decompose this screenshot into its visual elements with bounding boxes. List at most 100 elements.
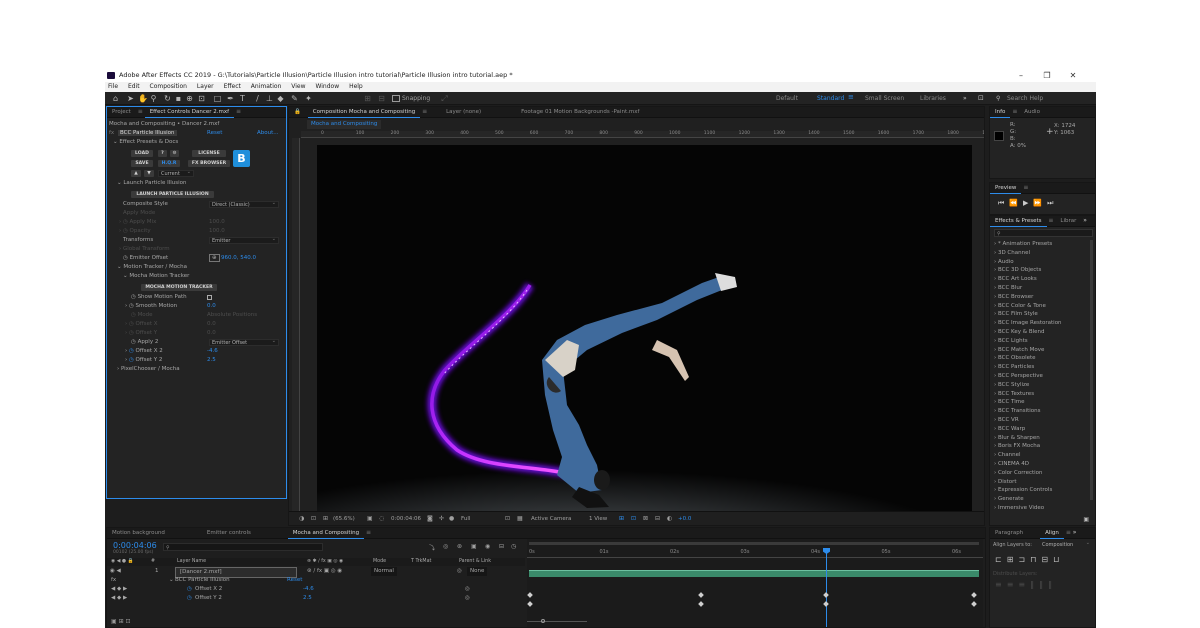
preset-next-icon[interactable]: ▼: [144, 170, 154, 177]
apply-2-dropdown[interactable]: Emitter Offset: [209, 338, 279, 346]
search-icon[interactable]: ⚲: [996, 95, 1000, 102]
chart-icon[interactable]: ◷: [511, 543, 516, 550]
draft-3d-icon[interactable]: ◎: [443, 543, 448, 550]
effects-search-input[interactable]: ⚲: [994, 229, 1093, 237]
tab-audio[interactable]: Audio: [1019, 107, 1045, 118]
fast-previews-icon[interactable]: ⊡: [631, 515, 636, 522]
brush-tool-icon[interactable]: /: [253, 94, 262, 103]
distribute-left-icon[interactable]: ‖: [1030, 580, 1039, 589]
effect-name[interactable]: BCC Particle Illusion: [117, 130, 177, 136]
tab-align[interactable]: Align: [1040, 528, 1064, 539]
home-icon[interactable]: ⌂: [111, 94, 120, 103]
graph-editor-icon[interactable]: ⊟: [499, 543, 504, 550]
composition-menu-icon[interactable]: ≡: [422, 108, 427, 115]
menu-layer[interactable]: Layer: [197, 83, 214, 90]
effects-scrollbar[interactable]: [1090, 240, 1093, 500]
about-link[interactable]: About...: [257, 129, 279, 138]
load-button[interactable]: LOAD: [131, 150, 153, 157]
mocha-group-row[interactable]: ⌄ Mocha Motion Tracker: [123, 272, 286, 281]
timeline-menu-icon[interactable]: ≡: [366, 529, 371, 536]
effects-list-item[interactable]: › CINEMA 4D: [994, 460, 1029, 469]
region-of-interest-icon[interactable]: ⊡: [505, 515, 510, 522]
effects-list-item[interactable]: › BCC Warp: [994, 425, 1025, 434]
shy-icon[interactable]: ⊛: [457, 543, 462, 550]
tab-composition[interactable]: Composition Mocha and Compositing: [307, 107, 421, 118]
property-value[interactable]: -4.6: [303, 585, 314, 594]
effects-list-item[interactable]: › BCC Art Looks: [994, 275, 1037, 284]
timeline-search-input[interactable]: ⚲: [163, 543, 323, 551]
expression-pickwhip-icon[interactable]: ◎: [465, 585, 470, 594]
keyframe[interactable]: [527, 601, 533, 607]
visibility-eye-icon[interactable]: ◉ ◀: [110, 567, 121, 576]
viewer-timecode[interactable]: 0:00:04:06: [391, 516, 421, 522]
show-channel-icon[interactable]: ✢: [439, 515, 444, 522]
maximize-button[interactable]: ❐: [1034, 69, 1060, 82]
rotation-tool-icon[interactable]: ↻: [163, 94, 172, 103]
menu-composition[interactable]: Composition: [150, 83, 187, 90]
align-right-icon[interactable]: ⊐: [1018, 555, 1030, 564]
align-left-icon[interactable]: ⊏: [995, 555, 1007, 564]
snapshot-camera-icon[interactable]: ◙: [427, 515, 433, 522]
timeline-toggle-icons[interactable]: ▣ ⊞ ⊡: [111, 618, 131, 625]
next-frame-icon[interactable]: ⏩: [1033, 199, 1047, 207]
info-menu-icon[interactable]: ≡: [1012, 108, 1017, 115]
pen-tool-icon[interactable]: ✒: [226, 94, 235, 103]
zoom-tool-icon[interactable]: ⚲: [149, 94, 158, 103]
layer-mode-dropdown[interactable]: Normal: [371, 567, 397, 576]
zoom-slider-knob[interactable]: [541, 619, 545, 623]
camera-tool-icon[interactable]: ▪: [174, 94, 183, 103]
effects-list-item[interactable]: › * Animation Presets: [994, 240, 1052, 249]
layer-name-header[interactable]: Layer Name: [177, 558, 206, 566]
sync-icon[interactable]: ⊡: [978, 94, 984, 102]
composition-viewer[interactable]: [317, 145, 972, 513]
keyframe[interactable]: [698, 592, 704, 598]
snap-options-icon[interactable]: ⊟: [377, 94, 386, 103]
timeline-link-icon[interactable]: ⊠: [643, 515, 648, 522]
composite-style-dropdown[interactable]: Direct (Classic): [209, 200, 279, 208]
effects-list-item[interactable]: › Immersive Video: [994, 504, 1044, 513]
tab-info[interactable]: Info: [990, 107, 1011, 118]
reset-link[interactable]: Reset: [207, 129, 222, 138]
property-row-offset-y2[interactable]: ◀ ◆ ▶ ◷ Offset Y 2 2.5 ◎: [107, 594, 525, 603]
flowchart-icon[interactable]: ⊟: [655, 515, 660, 522]
last-frame-icon[interactable]: ⏭: [1047, 199, 1058, 207]
views-dropdown[interactable]: 1 View: [589, 516, 607, 522]
tab-preview[interactable]: Preview: [990, 183, 1022, 194]
hqr-button[interactable]: H.Q.R: [158, 160, 180, 167]
effects-list-item[interactable]: › BCC Color & Tone: [994, 302, 1046, 311]
toggle-pixel-aspect-icon[interactable]: ⊞: [619, 515, 624, 522]
launch-particle-illusion-button[interactable]: LAUNCH PARTICLE ILLUSION: [131, 191, 214, 198]
grid-icon[interactable]: ⊞: [323, 515, 328, 522]
distribute-hcenter-icon[interactable]: ‖: [1039, 580, 1048, 589]
menu-effect[interactable]: Effect: [224, 83, 241, 90]
safe-margins-icon[interactable]: ▣: [367, 515, 373, 522]
effects-list-item[interactable]: › Color Correction: [994, 469, 1043, 478]
mocha-motion-tracker-button[interactable]: MOCHA MOTION TRACKER: [141, 284, 217, 291]
distribute-vcenter-icon[interactable]: ≡: [1007, 580, 1019, 589]
menu-help[interactable]: Help: [349, 83, 363, 90]
distribute-right-icon[interactable]: ‖: [1048, 580, 1057, 589]
workspace-default[interactable]: Default: [776, 95, 798, 102]
effects-list-item[interactable]: › BCC Particles: [994, 363, 1034, 372]
align-vcenter-icon[interactable]: ⊟: [1041, 555, 1053, 564]
puppet-tool-icon[interactable]: ✦: [304, 94, 313, 103]
launch-group-row[interactable]: ⌄ Launch Particle Illusion: [117, 179, 286, 188]
workspace-menu-icon[interactable]: ≡: [848, 93, 854, 101]
exposure-value[interactable]: +0.0: [678, 516, 691, 522]
effect-reset-link[interactable]: Reset: [287, 576, 302, 585]
tab-libraries[interactable]: Librar: [1055, 216, 1081, 227]
keyframe[interactable]: [971, 592, 977, 598]
snap-extra-icon[interactable]: ⤢: [440, 94, 449, 103]
effects-list-item[interactable]: › BCC Obsolete: [994, 354, 1036, 363]
effects-list-item[interactable]: › Channel: [994, 451, 1021, 460]
workspace-small-screen[interactable]: Small Screen: [865, 95, 904, 102]
keyframe[interactable]: [971, 601, 977, 607]
tab-layer[interactable]: Layer (none): [441, 107, 486, 118]
resolution-dropdown[interactable]: Full: [461, 516, 470, 522]
align-grid-icon[interactable]: ⊞: [363, 94, 372, 103]
exposure-icon[interactable]: ◐: [667, 515, 672, 522]
composition-breadcrumb[interactable]: Mocha and Compositing: [307, 120, 382, 129]
work-area-bar[interactable]: [529, 542, 979, 545]
tab-motion-background[interactable]: Motion background: [107, 528, 170, 539]
mask-visibility-icon[interactable]: ◌: [379, 515, 384, 522]
